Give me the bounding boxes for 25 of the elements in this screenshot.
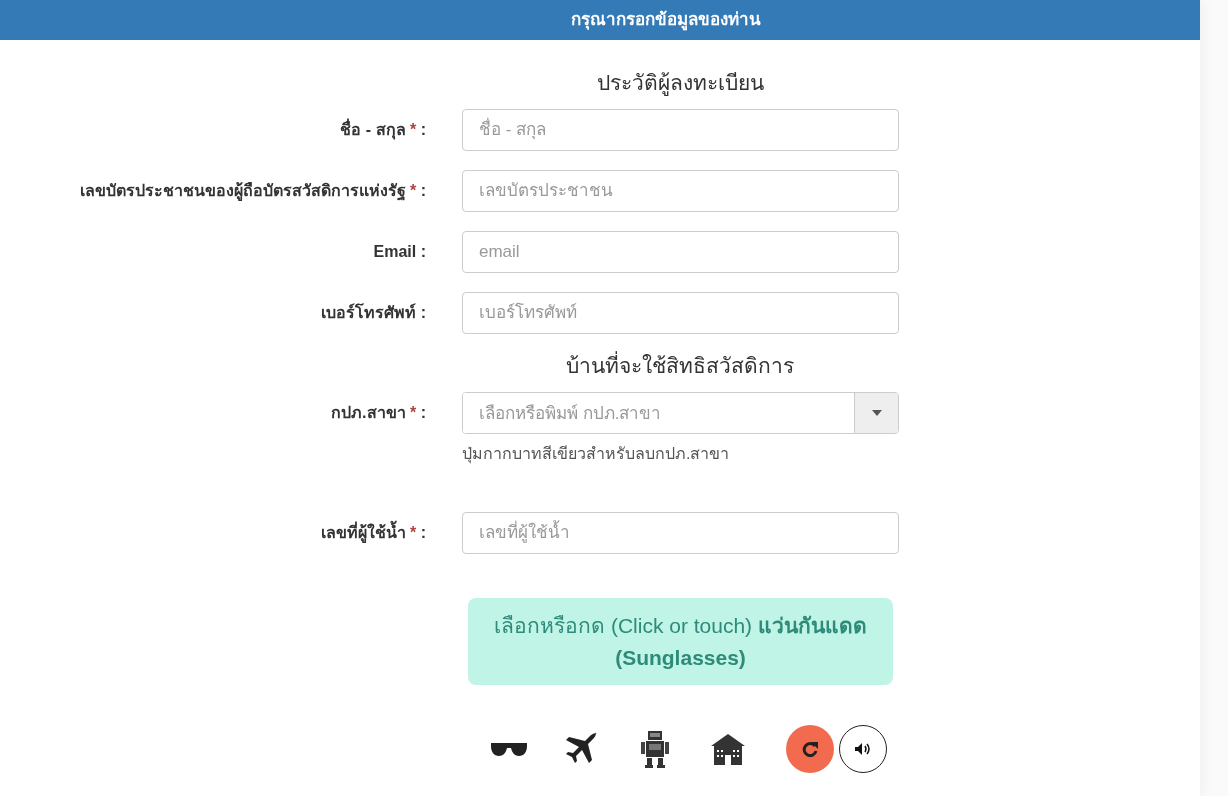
input-field[interactable]: เบอร์โทรศัพท์ <box>462 292 899 335</box>
input-field[interactable]: ชื่อ - สกุล <box>462 109 899 152</box>
field-label: เลขที่ผู้ใช้น้ำ * : <box>0 521 426 546</box>
instruction-banner: เลือกหรือกด (Click or touch) แว่นกันแดด (Sunglasses) <box>468 598 893 686</box>
input-field[interactable]: เลขที่ผู้ใช้น้ำ <box>462 512 899 555</box>
input-field[interactable]: เลขบัตรประชาชน <box>462 170 899 213</box>
field-label: เบอร์โทรศัพท์ : <box>320 302 426 324</box>
robot-icon <box>641 730 669 769</box>
audio-button[interactable] <box>839 725 887 774</box>
section-heading: ประวัติผู้ลงทะเบียน <box>595 70 765 96</box>
select-field[interactable]: เลือกหรือพิมพ์ กปภ.สาขา <box>462 392 899 435</box>
house-icon <box>710 733 746 766</box>
refresh-icon <box>801 740 819 759</box>
caret-icon[interactable] <box>871 410 882 417</box>
field-label: Email : <box>372 242 426 263</box>
field-label: เลขบัตรประชาชนของผู้ถือบัตรสวัสดิการแห่งรัฐ * : <box>78 181 426 203</box>
input-field[interactable]: email <box>462 231 899 274</box>
sunglasses-icon <box>490 740 528 759</box>
field-label: กปภ.สาขา * : <box>330 403 426 424</box>
field-label: ชื่อ - สกุล * : <box>0 118 426 143</box>
refresh-button[interactable] <box>786 725 834 774</box>
help-text: ปุ่มกากบาทสีเขียวสำหรับลบกปภ.สาขา <box>462 444 731 466</box>
section-heading: บ้านที่จะใช้สิทธิสวัสดิการ <box>0 353 1200 379</box>
speaker-icon <box>854 742 872 757</box>
form-title: กรุณากรอกข้อมูลของท่าน <box>571 9 761 33</box>
